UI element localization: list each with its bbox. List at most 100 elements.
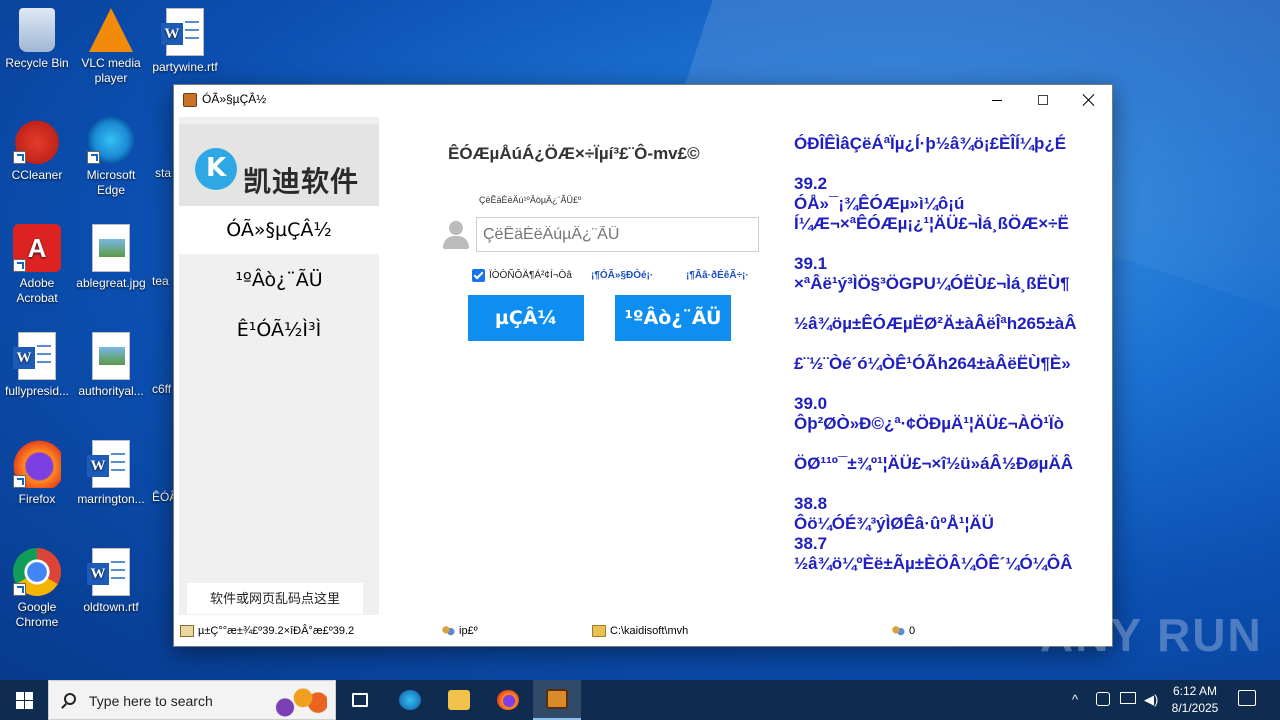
- desktop-icon-label: Recycle Bin: [5, 56, 69, 70]
- desktop-icon-authorityal[interactable]: authorityal...: [74, 332, 148, 399]
- users-icon: [441, 625, 455, 637]
- shortcut-arrow-icon: [13, 259, 26, 272]
- taskbar-file-explorer[interactable]: [435, 680, 483, 720]
- status-path: C:\kaidisoft\mvh: [592, 625, 688, 637]
- news-line: ÓÅ»¯¡¾ÊÓÆµ»ì¼ô¡ú: [794, 194, 965, 213]
- news-line: 38.8: [794, 494, 828, 513]
- volume-icon[interactable]: ◀): [1144, 692, 1158, 708]
- status-bar: µ±Ç°°æ±¾£º39.2×îÐÂ°æ£º39.2 ip£º C:\kaidi…: [174, 616, 1112, 646]
- shortcut-arrow-icon: [13, 583, 26, 596]
- login-window: ÓÃ»§µÇÂ½ 凯迪软件 ÓÃ»§µÇÂ½ ¹ºÂò¿¨ÃÜ Ê¹ÓÃ½Ì³Ì…: [173, 84, 1113, 647]
- news-spacer: [794, 434, 1100, 454]
- status-version: µ±Ç°°æ±¾£º39.2×îÐÂ°æ£º39.2: [180, 625, 354, 637]
- app-icon: [183, 93, 197, 107]
- taskbar-firefox[interactable]: [484, 680, 532, 720]
- desktop-icon-fullypresid[interactable]: W fullypresid...: [0, 332, 74, 399]
- path-text: C:\kaidisoft\mvh: [610, 625, 689, 637]
- agree-checkbox[interactable]: [472, 269, 485, 282]
- maximize-button[interactable]: [1020, 85, 1066, 115]
- disclaimer-link[interactable]: ¡¶Ãâ·ðÉêÃ÷¡·: [686, 270, 749, 281]
- desktop-icon-label: Firefox: [18, 492, 56, 506]
- desktop-icon-vlc[interactable]: VLC media player: [74, 8, 148, 86]
- firefox-icon: [13, 440, 61, 488]
- news-line: 39.0: [794, 394, 828, 413]
- taskbar-clock[interactable]: 6:12 AM 8/1/2025: [1163, 683, 1227, 717]
- start-button[interactable]: [0, 680, 48, 720]
- sidebar: 凯迪软件 ÓÃ»§µÇÂ½ ¹ºÂò¿¨ÃÜ Ê¹ÓÃ½Ì³Ì 软件或网页乱码点…: [179, 117, 379, 615]
- taskbar-search-box[interactable]: Type here to search: [48, 680, 336, 720]
- desktop-icon-label: Adobe Acrobat: [16, 276, 58, 305]
- security-icon[interactable]: [1096, 692, 1110, 706]
- folder-icon: [592, 625, 606, 637]
- card-key-label: ÇëÊäÈëÄú¹ºÂòµÄ¿¨ÃÜ£º: [479, 195, 582, 205]
- garbled-text-help-button[interactable]: 软件或网页乱码点这里: [187, 583, 363, 614]
- desktop-icon-adobe-acrobat[interactable]: A Adobe Acrobat: [0, 224, 74, 306]
- news-line: Ôö¼ÓÉ¾³ýÌØÊâ·ûºÅ¹¦ÄÜ: [794, 514, 994, 533]
- word-document-icon: W: [87, 440, 130, 488]
- card-key-input[interactable]: [476, 217, 759, 252]
- main-title: ÊÓÆµÅúÁ¿ÖÆ×÷Ïµí³£¨Ô-mv£©: [448, 144, 700, 163]
- news-line: ÖØ¹¹º¯±¾º¹¦ÄÜ£¬×î½ü»áÂ½ÐøµÄÂ: [794, 454, 1074, 473]
- window-title: ÓÃ»§µÇÂ½: [202, 92, 267, 106]
- shortcut-arrow-icon: [13, 475, 26, 488]
- desktop-icon-oldtown[interactable]: W oldtown.rtf: [74, 548, 148, 615]
- agree-label: ÏÒÒÑÔÄ¶Á²¢Í¬Òâ: [489, 270, 572, 281]
- anyrun-watermark: ANY RUN: [1040, 609, 1263, 661]
- desktop-icon-ablegreat[interactable]: ablegreat.jpg: [74, 224, 148, 291]
- desktop-icon-microsoft-edge[interactable]: Microsoft Edge: [74, 116, 148, 198]
- desktop-icon-ccleaner[interactable]: CCleaner: [0, 116, 74, 183]
- chrome-icon: [13, 548, 61, 596]
- desktop-icon-label: Microsoft Edge: [86, 168, 136, 197]
- news-spacer: [794, 374, 1100, 394]
- word-document-icon: W: [13, 332, 56, 380]
- news-line: Í¼Æ¬×ªÊÓÆµ¡¿¹¦ÄÜ£¬Ìá¸ßÖÆ×÷Ë: [794, 214, 1069, 233]
- desktop-icon-firefox[interactable]: Firefox: [0, 440, 74, 507]
- maximize-icon: [1038, 95, 1048, 105]
- desktop-icon-label: VLC media player: [81, 56, 141, 85]
- taskbar-app-active[interactable]: [533, 680, 581, 720]
- network-icon[interactable]: [1120, 692, 1136, 704]
- news-line: 39.1: [794, 254, 828, 273]
- minimize-icon: [992, 99, 1002, 101]
- clock-time: 6:12 AM: [1172, 684, 1218, 698]
- show-hidden-icons-chevron[interactable]: ^: [1072, 692, 1078, 707]
- user-agreement-link[interactable]: ¡¶ÓÃ»§Ð­Òé¡·: [591, 270, 653, 281]
- news-line: ½â¾ö¼ºÈë±Ãµ±ÈÖÂ¼ÔÊ´¼Ó¼ÔÂ: [794, 554, 1073, 573]
- search-placeholder: Type here to search: [89, 693, 213, 709]
- buy-key-button[interactable]: ¹ºÂò¿¨ÃÜ: [615, 295, 731, 341]
- title-bar[interactable]: ÓÃ»§µÇÂ½: [174, 85, 1112, 115]
- image-file-icon: [92, 224, 130, 272]
- desktop-icon-label: Google Chrome: [15, 600, 59, 629]
- nav-item-login[interactable]: ÓÃ»§µÇÂ½: [179, 206, 379, 254]
- notification-icon[interactable]: [1238, 690, 1256, 706]
- brand-name: 凯迪软件: [243, 166, 360, 197]
- desktop-icon-partywine[interactable]: W partywine.rtf: [148, 8, 222, 75]
- minimize-button[interactable]: [974, 85, 1020, 115]
- close-button[interactable]: [1066, 85, 1112, 115]
- search-icon: [64, 693, 76, 705]
- news-spacer: [794, 474, 1100, 494]
- nav-item-buy-key[interactable]: ¹ºÂò¿¨ÃÜ: [179, 256, 379, 304]
- news-line: Ôþ²ØÒ»Ð©¿ª·¢ÖÐµÄ¹¦ÄÜ£¬ÀÖ¹Ïò: [794, 414, 1064, 433]
- version-text: µ±Ç°°æ±¾£º39.2×îÐÂ°æ£º39.2: [198, 625, 355, 637]
- news-spacer: [794, 234, 1100, 254]
- taskbar-edge[interactable]: [386, 680, 434, 720]
- desktop-icon-label: fullypresid...: [4, 384, 70, 398]
- desktop-icon-marrington[interactable]: W marrington...: [74, 440, 148, 507]
- desktop-icon-recycle-bin[interactable]: Recycle Bin: [0, 8, 74, 71]
- close-icon: [1083, 94, 1095, 106]
- news-line: ½â¾öµ±ÊÓÆµËØ²Ä±àÂëÎªh265±àÂ: [794, 314, 1077, 333]
- nav-item-tutorial[interactable]: Ê¹ÓÃ½Ì³Ì: [179, 306, 379, 354]
- login-button[interactable]: µÇÂ¼: [468, 295, 584, 341]
- app-icon: [546, 689, 568, 709]
- users-count: 0: [909, 625, 916, 637]
- task-view-button[interactable]: [336, 680, 384, 720]
- ccleaner-icon: [13, 116, 61, 164]
- desktop-icon-label: ablegreat.jpg: [76, 276, 146, 290]
- recycle-bin-icon: [19, 8, 55, 52]
- desktop-icon-google-chrome[interactable]: Google Chrome: [0, 548, 74, 630]
- firefox-icon: [497, 690, 519, 710]
- edge-icon: [87, 116, 135, 164]
- desktop-icon-label: CCleaner: [11, 168, 63, 182]
- status-ip: ip£º: [441, 625, 478, 637]
